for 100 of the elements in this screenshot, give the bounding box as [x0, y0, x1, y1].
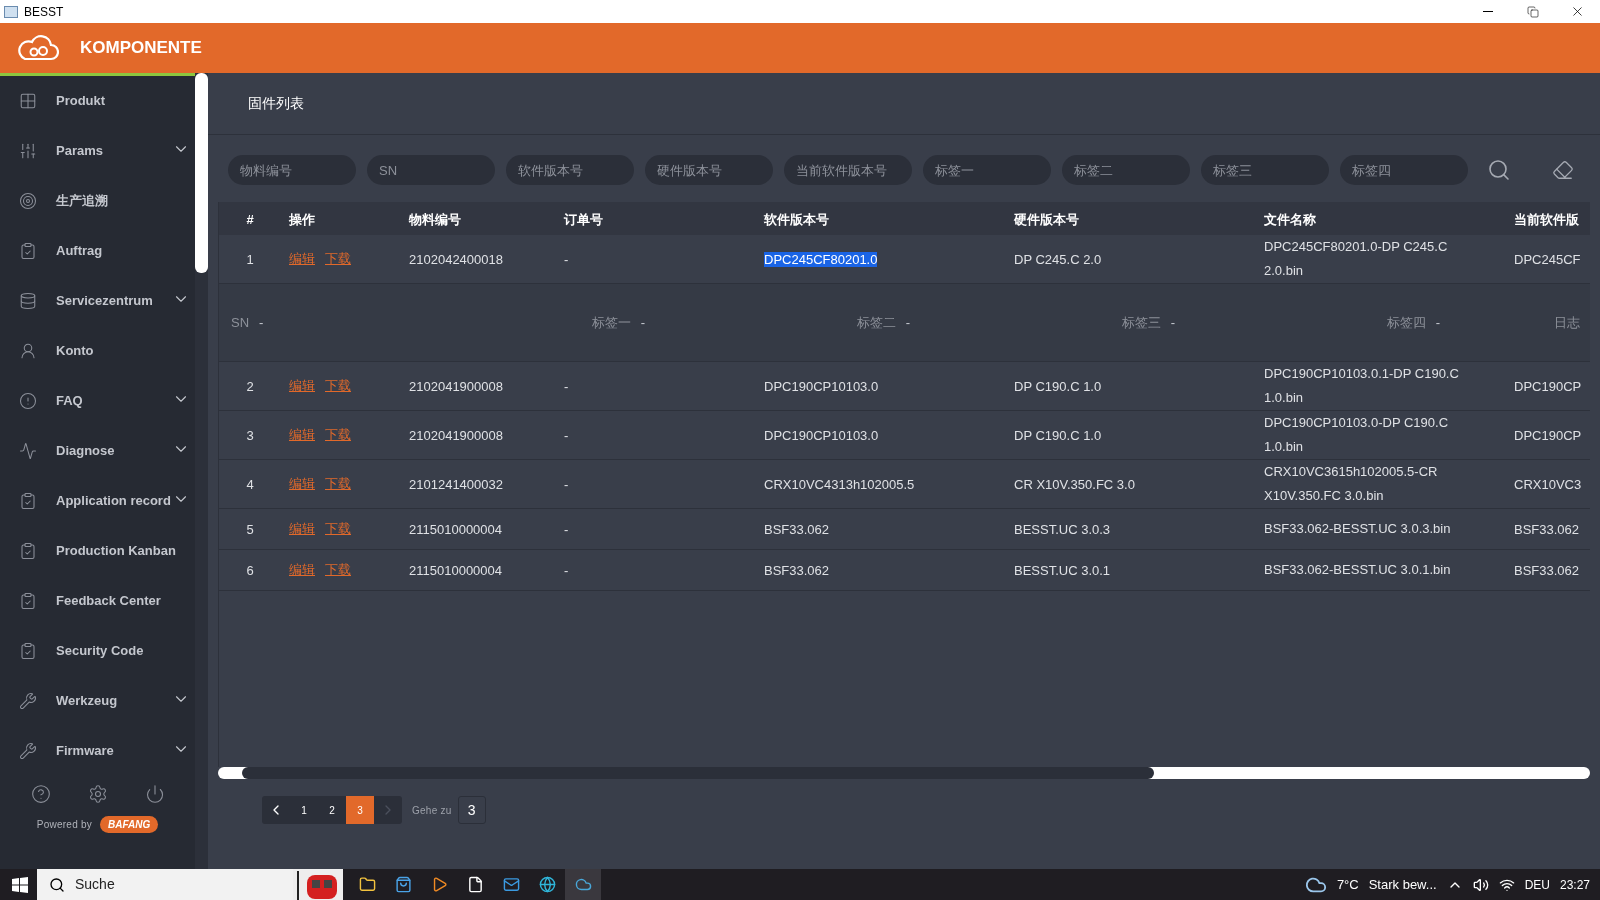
sidebar-item[interactable]: Security Code — [0, 626, 195, 676]
table-cell: DPC245CF80201.0 — [764, 251, 878, 267]
sidebar-item[interactable]: 生产追溯 — [0, 176, 195, 226]
powered-by-text: Powered by — [36, 818, 93, 832]
eraser-icon[interactable] — [1552, 159, 1574, 181]
minimize-icon — [1482, 11, 1493, 12]
column-header: # — [246, 211, 254, 227]
detail-value: - — [259, 313, 264, 332]
filter-field[interactable]: 标签四 — [1340, 155, 1468, 185]
taskbar-search-field[interactable]: Suche — [37, 869, 293, 900]
detail-label: SN — [231, 313, 250, 332]
table-cell: 4 — [246, 476, 254, 492]
brand-badge: BAFANG — [100, 816, 159, 833]
clipboard-icon — [19, 542, 37, 560]
detail-label: 标签三 — [1121, 313, 1161, 332]
table-cell: CRX10VC4313h102005.5 — [764, 476, 915, 492]
search-icon[interactable] — [1487, 158, 1511, 182]
table-cell: 1 — [246, 251, 254, 267]
table-cell: 6 — [246, 562, 254, 578]
filter-field[interactable]: 标签二 — [1062, 155, 1190, 185]
sidebar-label: Servicezentrum — [56, 292, 153, 311]
column-header: 当前软件版 — [1514, 211, 1579, 227]
clipboard-icon — [19, 642, 37, 660]
clipboard-icon — [19, 242, 37, 260]
column-header: 硬件版本号 — [1014, 211, 1079, 227]
detail-value: - — [905, 313, 911, 332]
table-cell: DPC245CF — [1514, 251, 1581, 267]
grid-icon — [19, 92, 37, 110]
table-cell: DPC190CP10103.0 — [764, 378, 879, 394]
table-cell: - — [564, 562, 569, 578]
alert-icon — [19, 392, 37, 410]
table-cell: 5 — [246, 521, 254, 537]
app-icon — [4, 5, 18, 18]
target-icon — [19, 192, 37, 210]
goto-label: Gehe zu — [412, 803, 452, 818]
close-icon — [1570, 4, 1585, 19]
sidebar-item[interactable]: Servicezentrum — [0, 276, 195, 326]
sidebar-item[interactable]: Produkt — [0, 76, 195, 126]
clipboard-icon — [19, 592, 37, 610]
filter-field[interactable]: 标签三 — [1201, 155, 1329, 185]
table-cell: DP C245.C 2.0 — [1014, 251, 1102, 267]
sidebar-item[interactable]: Werkzeug — [0, 676, 195, 726]
table-cell: 2102041900008 — [409, 378, 503, 394]
windows-icon[interactable] — [12, 876, 28, 893]
scrollbar-thumb[interactable] — [195, 73, 208, 273]
table-cell: DPC190CP10103.0 — [764, 427, 879, 443]
sidebar-item[interactable]: Feedback Center — [0, 576, 195, 626]
filter-field[interactable]: 物料编号 — [228, 155, 356, 185]
table-cell: - — [564, 521, 569, 537]
table-cell: BSF33.062 — [764, 562, 830, 578]
sidebar-item[interactable]: Production Kanban — [0, 526, 195, 576]
horizontal-scrollbar[interactable] — [218, 767, 1590, 779]
table-cell: 3 — [246, 427, 254, 443]
sidebar-label: Diagnose — [56, 442, 115, 461]
power-icon[interactable] — [144, 784, 165, 804]
app-title: KOMPONENTE — [80, 37, 202, 60]
cloud-icon[interactable] — [565, 869, 601, 900]
sidebar-item[interactable]: Konto — [0, 326, 195, 376]
filter-field[interactable]: 硬件版本号 — [645, 155, 773, 185]
filter-field[interactable]: SN — [367, 155, 495, 185]
search-icon — [49, 876, 65, 893]
scrollbar-thumb[interactable] — [242, 767, 1154, 779]
table-cell: BSF33.062 — [764, 521, 830, 537]
goto-field[interactable]: 3 — [457, 796, 486, 824]
sidebar-item[interactable]: Params — [0, 126, 195, 176]
settings-icon[interactable] — [87, 784, 108, 804]
sidebar-item[interactable]: Diagnose — [0, 426, 195, 476]
column-header: 订单号 — [564, 211, 603, 227]
language-text[interactable]: DEU — [1524, 875, 1550, 894]
filter-field[interactable]: 当前软件版本号 — [784, 155, 912, 185]
detail-label: 日志 — [1554, 313, 1580, 332]
page-button[interactable]: 2 — [318, 796, 346, 824]
sidebar-label: Firmware — [56, 742, 114, 761]
table-cell: DP C190.C 1.0 — [1014, 378, 1102, 394]
page-button[interactable]: 1 — [290, 796, 318, 824]
sidebar-label: Auftrag — [56, 242, 103, 261]
detail-value: - — [640, 313, 646, 332]
database-icon — [19, 292, 37, 310]
sidebar-scrollbar[interactable] — [195, 73, 208, 869]
help-icon[interactable] — [30, 784, 51, 804]
wrench-icon — [19, 692, 37, 710]
sidebar-item[interactable]: Auftrag — [0, 226, 195, 276]
window-title: BESST — [24, 3, 64, 21]
table-cell: 2102042400018 — [409, 251, 503, 267]
table-cell-text: BSF33.062-BESST.UC 3.0.3.bin — [1264, 520, 1452, 538]
sidebar-item[interactable]: Application record — [0, 476, 195, 526]
table-cell-text: CRX10VC3615h102005.5-CR X10V.350.FC 3.0.bin — [1264, 463, 1439, 505]
sidebar-item[interactable]: Firmware — [0, 726, 195, 776]
sidebar-item[interactable]: FAQ — [0, 376, 195, 426]
search-placeholder: Suche — [75, 875, 115, 894]
sidebar-label: Feedback Center — [56, 592, 161, 611]
filter-field[interactable]: 软件版本号 — [506, 155, 634, 185]
column-header: 物料编号 — [409, 211, 461, 227]
user-icon — [19, 342, 37, 360]
volume-icon[interactable] — [1472, 876, 1489, 893]
sidebar-label: Security Code — [56, 642, 144, 661]
temperature-text: 7°C — [1336, 875, 1359, 894]
clock-text: 23:27 — [1559, 876, 1590, 894]
table-cell-text: DPC190CP10103.0-DP C190.C 1.0.bin — [1264, 414, 1450, 456]
sidebar-label: Application record — [56, 492, 171, 511]
